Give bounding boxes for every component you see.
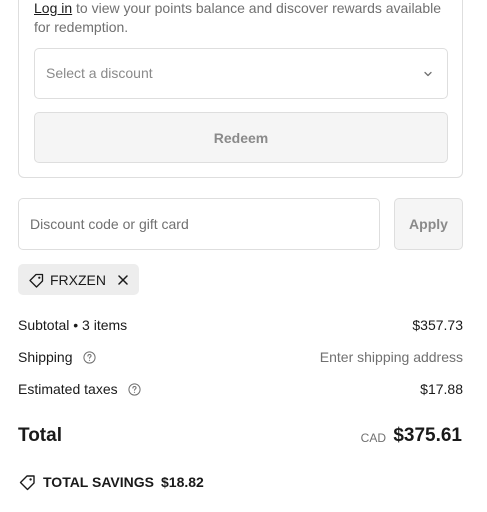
discount-select-placeholder: Select a discount	[46, 65, 153, 81]
subtotal-label: Subtotal • 3 items	[18, 317, 128, 333]
savings-value: $18.82	[161, 474, 204, 490]
savings-label: TOTAL SAVINGS	[43, 474, 154, 490]
applied-discount-chip: FRXZEN	[18, 264, 139, 295]
shipping-label-group: Shipping	[18, 349, 96, 365]
apply-button[interactable]: Apply	[394, 198, 463, 250]
taxes-value: $17.88	[420, 381, 463, 397]
subtotal-value: $357.73	[412, 317, 463, 333]
question-circle-icon[interactable]	[82, 350, 96, 364]
total-currency: CAD	[360, 431, 386, 445]
discount-select[interactable]: Select a discount	[34, 48, 448, 99]
chevron-down-icon	[424, 71, 432, 77]
rewards-message-text: to view your points balance and discover…	[34, 0, 442, 35]
rewards-message: Log in to view your points balance and d…	[34, 0, 449, 37]
tag-icon	[29, 273, 44, 288]
applied-discount-code: FRXZEN	[50, 272, 106, 288]
tag-icon	[19, 475, 35, 491]
total-label: Total	[18, 425, 62, 446]
total-value: $375.61	[393, 425, 462, 446]
discount-code-input[interactable]: Discount code or gift card	[18, 198, 380, 250]
redeem-button[interactable]: Redeem	[34, 112, 448, 163]
login-link[interactable]: Log in	[34, 0, 72, 16]
rewards-card: Log in to view your points balance and d…	[18, 0, 463, 178]
shipping-row: Shipping Enter shipping address	[18, 349, 463, 369]
shipping-label: Shipping	[18, 349, 73, 365]
subtotal-row: Subtotal • 3 items $357.73	[18, 317, 463, 337]
taxes-label: Estimated taxes	[18, 381, 118, 397]
shipping-value: Enter shipping address	[319, 349, 463, 365]
question-circle-icon[interactable]	[128, 382, 141, 396]
taxes-row: Estimated taxes $17.88	[18, 381, 463, 401]
close-icon[interactable]	[117, 274, 129, 286]
taxes-label-group: Estimated taxes	[18, 381, 141, 397]
